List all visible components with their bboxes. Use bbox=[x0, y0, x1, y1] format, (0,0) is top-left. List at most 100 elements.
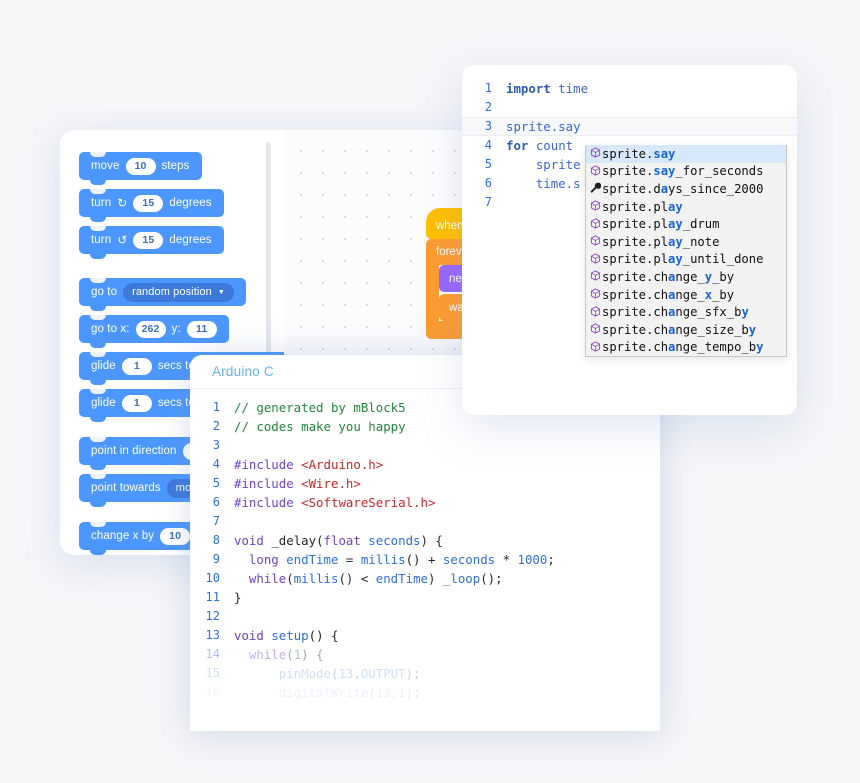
block-label: y: bbox=[171, 323, 181, 335]
code-token: ( bbox=[286, 647, 294, 662]
code-text[interactable]: for count bbox=[506, 136, 573, 155]
code-token: ); bbox=[405, 685, 421, 700]
code-token: millis bbox=[293, 571, 339, 586]
code-text[interactable]: #include <SoftwareSerial.h> bbox=[234, 493, 435, 512]
autocomplete-item-label: sprite.change_y_by bbox=[602, 269, 735, 284]
palette-block-turn-right-degrees[interactable]: turn ↻ 15 degrees bbox=[79, 189, 224, 222]
code-text[interactable]: long endTime = millis() + seconds * 1000… bbox=[234, 550, 555, 569]
autocomplete-item-label: sprite.play_drum bbox=[602, 217, 720, 232]
block-number-input[interactable]: 10 bbox=[125, 157, 156, 175]
code-text[interactable]: digitalWrite(13,1); bbox=[234, 683, 421, 702]
code-text[interactable]: time.s bbox=[506, 174, 581, 193]
palette-block-move-steps[interactable]: move 10 steps bbox=[79, 152, 202, 185]
block-number-input[interactable]: 1 bbox=[121, 357, 152, 375]
code-token: <Arduino.h> bbox=[301, 457, 384, 472]
code-text[interactable]: while(millis() < endTime) _loop(); bbox=[234, 569, 503, 588]
cube-icon bbox=[589, 235, 602, 248]
palette-block-go-to-random[interactable]: go to random position ▼ bbox=[79, 278, 246, 311]
code-text[interactable]: pinMode(13,OUTPUT); bbox=[234, 664, 421, 683]
line-number: 6 bbox=[484, 176, 492, 190]
autocomplete-item[interactable]: sprite.play_until_done bbox=[586, 251, 786, 269]
code-token: digitalWrite bbox=[234, 685, 369, 700]
cube-icon bbox=[589, 253, 602, 266]
block-label: turn bbox=[91, 234, 112, 246]
block-label: change x by bbox=[91, 530, 155, 542]
code-token: for bbox=[506, 138, 536, 153]
block-label: move bbox=[91, 160, 120, 172]
code-line: 15 pinMode(13,OUTPUT); bbox=[190, 664, 660, 683]
autocomplete-item[interactable]: sprite.play_note bbox=[586, 233, 786, 251]
code-line: 6 #include <SoftwareSerial.h> bbox=[190, 493, 660, 512]
code-line: 3 sprite.say bbox=[462, 117, 797, 136]
hat-label-when: when bbox=[436, 219, 464, 232]
code-line: 16 digitalWrite(13,1); bbox=[190, 683, 660, 702]
line-number: 4 bbox=[212, 457, 220, 471]
code-token: ); bbox=[405, 666, 421, 681]
block-dropdown[interactable]: random position ▼ bbox=[123, 282, 234, 302]
code-text[interactable]: void setup() { bbox=[234, 626, 338, 645]
code-token: _delay( bbox=[271, 533, 324, 548]
line-number: 3 bbox=[484, 119, 492, 133]
arduino-code-area[interactable]: 1 // generated by mBlock5 2 // codes make y… bbox=[190, 389, 660, 702]
autocomplete-item[interactable]: sprite.change_sfx_by bbox=[586, 303, 786, 321]
block-number-input[interactable]: 11 bbox=[186, 320, 217, 338]
code-line: 5 #include <Wire.h> bbox=[190, 474, 660, 493]
forever-spine bbox=[426, 265, 439, 321]
block-number-input[interactable]: 15 bbox=[133, 231, 164, 249]
code-line: 4 #include <Arduino.h> bbox=[190, 455, 660, 474]
code-text[interactable]: import time bbox=[506, 79, 588, 98]
palette-block-turn-left-degrees[interactable]: turn ↺ 15 degrees bbox=[79, 226, 224, 259]
code-token: seconds bbox=[368, 533, 421, 548]
tab-arduino-c[interactable]: Arduino C bbox=[212, 364, 274, 379]
block-label: turn bbox=[91, 197, 112, 209]
autocomplete-item[interactable]: sprite.play_drum bbox=[586, 215, 786, 233]
code-text[interactable]: } bbox=[234, 588, 241, 607]
code-text[interactable]: // generated by mBlock5 bbox=[234, 398, 406, 417]
block-label: point towards bbox=[91, 482, 161, 494]
autocomplete-item-label: sprite.change_size_by bbox=[602, 322, 757, 337]
code-token: ) { bbox=[420, 533, 443, 548]
code-text[interactable]: #include <Wire.h> bbox=[234, 474, 361, 493]
code-line: 10 while(millis() < endTime) _loop(); bbox=[190, 569, 660, 588]
code-token: () { bbox=[308, 628, 339, 643]
autocomplete-item[interactable]: sprite.change_size_by bbox=[586, 321, 786, 339]
code-text[interactable]: void _delay(float seconds) { bbox=[234, 531, 443, 550]
autocomplete-item-label: sprite.play bbox=[602, 199, 683, 214]
code-text[interactable]: sprite.say bbox=[506, 117, 581, 136]
autocomplete-item[interactable]: sprite.say_for_seconds bbox=[586, 163, 786, 181]
line-number: 6 bbox=[212, 495, 220, 509]
code-line: 9 long endTime = millis() + seconds * 10… bbox=[190, 550, 660, 569]
code-text[interactable]: while(1) { bbox=[234, 645, 324, 664]
autocomplete-item[interactable]: sprite.change_y_by bbox=[586, 268, 786, 286]
code-autocomplete-popup[interactable]: sprite.say sprite.say_for_seconds sprite.d… bbox=[585, 145, 787, 358]
block-number-input[interactable]: 10 bbox=[160, 527, 191, 545]
autocomplete-item[interactable]: sprite.days_since_2000 bbox=[586, 180, 786, 198]
autocomplete-item[interactable]: sprite.say bbox=[586, 145, 786, 163]
code-token: ; bbox=[547, 552, 555, 567]
code-token: () + bbox=[405, 552, 443, 567]
wrench-icon bbox=[589, 182, 602, 195]
code-token: 1 bbox=[398, 685, 406, 700]
code-token: , bbox=[353, 666, 361, 681]
autocomplete-item[interactable]: sprite.change_x_by bbox=[586, 286, 786, 304]
autocomplete-item-label: sprite.play_note bbox=[602, 234, 720, 249]
block-number-input[interactable]: 262 bbox=[135, 320, 166, 338]
code-token: _loop bbox=[442, 571, 481, 586]
palette-block-change-x-by[interactable]: change x by 10 bbox=[79, 522, 203, 555]
code-text[interactable]: sprite bbox=[506, 155, 581, 174]
cube-icon bbox=[589, 305, 602, 319]
autocomplete-item[interactable]: sprite.play bbox=[586, 198, 786, 216]
code-line: 12 bbox=[190, 607, 660, 626]
palette-block-go-to-xy[interactable]: go to x: 262 y: 11 bbox=[79, 315, 229, 348]
code-text[interactable]: #include <Arduino.h> bbox=[234, 455, 383, 474]
block-number-input[interactable]: 1 bbox=[121, 394, 152, 412]
code-line: 8 void _delay(float seconds) { bbox=[190, 531, 660, 550]
palette-scrollbar[interactable] bbox=[266, 142, 271, 367]
code-text[interactable]: // codes make you happy bbox=[234, 417, 406, 436]
autocomplete-item[interactable]: sprite.change_tempo_by bbox=[586, 339, 786, 357]
app-canvas: move 10 steps turn ↻ 15 degrees turn ↺ 15 degrees g… bbox=[0, 0, 860, 783]
block-number-input[interactable]: 15 bbox=[133, 194, 164, 212]
autocomplete-item-label: sprite.change_sfx_by bbox=[602, 305, 749, 320]
line-number: 15 bbox=[205, 666, 220, 680]
code-line: 11} bbox=[190, 588, 660, 607]
